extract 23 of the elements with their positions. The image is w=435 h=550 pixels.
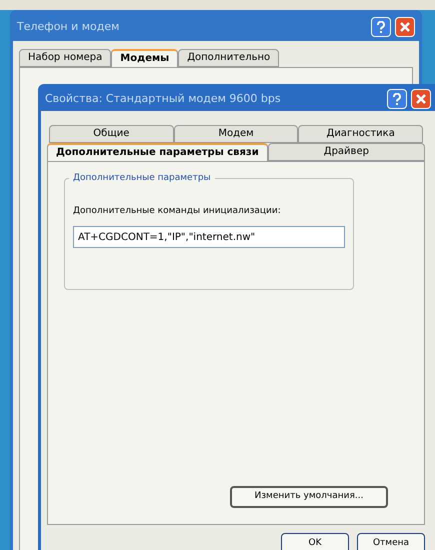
tab[interactable]: Драйвер	[268, 143, 425, 161]
close-icon	[416, 94, 426, 104]
dialog-button[interactable]: Отмена	[357, 533, 425, 550]
tab[interactable]: Общие	[49, 125, 174, 143]
tab[interactable]: Дополнительно	[178, 49, 280, 67]
dialog-title: Свойства: Стандартный модем 9600 bps	[45, 90, 281, 107]
input-field[interactable]: AT+CGDCONT=1,"IP","internet.nw"	[73, 226, 345, 248]
help-button[interactable]	[371, 17, 391, 37]
help-icon	[376, 21, 386, 33]
tab[interactable]: Дополнительные параметры связи	[47, 143, 268, 162]
help-icon	[392, 93, 402, 105]
close-icon	[400, 22, 410, 32]
defaults-button[interactable]: Изменить умолчания...	[230, 486, 388, 508]
tab[interactable]: Набор номера	[19, 49, 112, 67]
tab[interactable]: Модемы	[111, 49, 178, 68]
tab[interactable]: Модем	[174, 125, 298, 143]
help-button[interactable]	[387, 89, 407, 109]
dialog-button[interactable]: OK	[281, 533, 349, 550]
window-title: Телефон и модем	[17, 18, 120, 35]
field-label: Дополнительные команды инициализации:	[73, 205, 282, 218]
close-button[interactable]	[411, 89, 431, 109]
tab[interactable]: Диагностика	[298, 125, 424, 143]
close-button[interactable]	[395, 17, 415, 37]
